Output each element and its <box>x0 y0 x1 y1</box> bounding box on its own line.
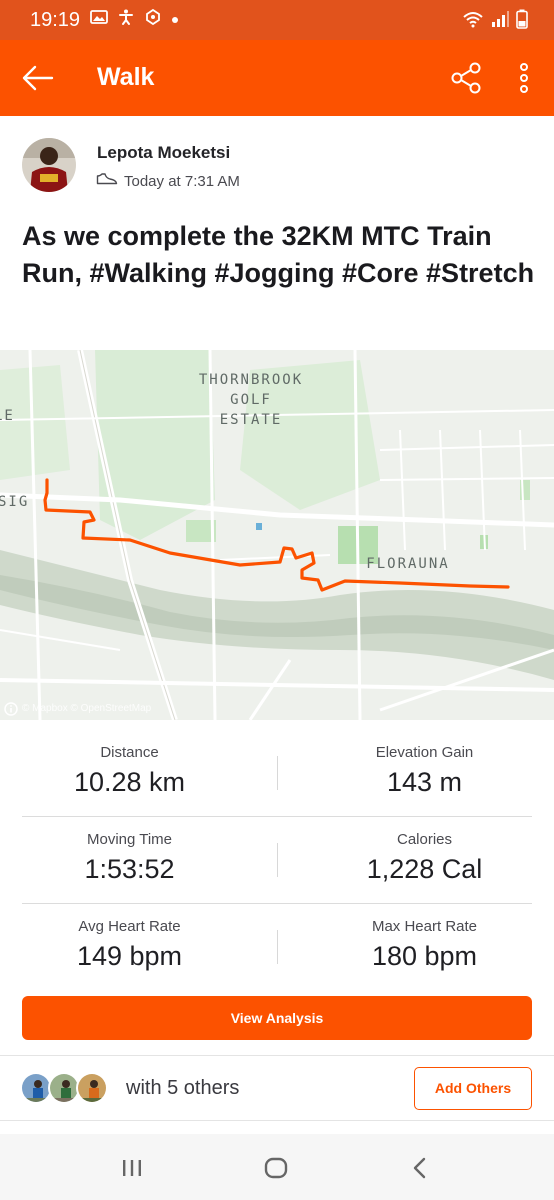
shoe-icon <box>96 172 118 190</box>
stats-row: Avg Heart Rate 149 bpm Max Heart Rate 18… <box>22 904 532 991</box>
stat-max-heart-rate: Max Heart Rate 180 bpm <box>317 918 532 972</box>
map-label-suburb: FLORAUNA <box>366 556 450 572</box>
stats-row: Distance 10.28 km Elevation Gain 143 m <box>22 730 532 817</box>
divider <box>277 756 278 790</box>
stat-label: Calories <box>396 831 453 848</box>
stat-value: 1,228 Cal <box>366 854 483 884</box>
battery-icon <box>516 9 528 34</box>
map-attribution[interactable]: © Mapbox © OpenStreetMap <box>22 703 151 714</box>
map-label-edge-top: LE <box>0 408 15 424</box>
stat-moving-time: Moving Time 1:53:52 <box>22 831 237 885</box>
map-label-estate-line2: GOLF <box>230 392 272 408</box>
activity-meta: Today at 7:31 AM <box>96 172 240 190</box>
share-icon <box>451 62 481 94</box>
stat-label: Elevation Gain <box>375 744 474 761</box>
divider <box>277 930 278 964</box>
signal-icon <box>491 10 509 33</box>
image-icon <box>90 9 108 30</box>
share-button[interactable] <box>449 60 485 96</box>
page-title: Walk <box>97 63 155 91</box>
stat-value: 180 bpm <box>371 941 478 971</box>
wifi-icon <box>462 10 484 33</box>
dot-icon <box>171 11 179 29</box>
home-button[interactable] <box>262 1154 290 1182</box>
divider <box>0 1120 554 1121</box>
avatar <box>76 1072 108 1104</box>
activity-title: As we complete the 32KM MTC Train Run, #… <box>22 221 535 288</box>
stat-value: 143 m <box>386 767 463 797</box>
activity-timestamp: Today at 7:31 AM <box>124 172 240 190</box>
recents-icon <box>123 1160 141 1176</box>
stat-value: 10.28 km <box>73 767 186 797</box>
stat-label: Avg Heart Rate <box>78 918 181 935</box>
map-label-estate-line3: ESTATE <box>219 412 283 428</box>
stats-grid: Distance 10.28 km Elevation Gain 143 m M… <box>22 730 532 991</box>
with-others-text[interactable]: with 5 others <box>126 1077 239 1100</box>
group-avatars[interactable] <box>20 1072 110 1106</box>
app-bar: Walk <box>0 40 554 116</box>
add-others-button[interactable]: Add Others <box>414 1067 532 1110</box>
sync-icon <box>144 8 162 31</box>
stat-avg-heart-rate: Avg Heart Rate 149 bpm <box>22 918 237 972</box>
athlete-name[interactable]: Lepota Moeketsi <box>97 143 230 163</box>
back-icon <box>413 1157 426 1179</box>
more-vertical-icon <box>520 63 528 93</box>
back-button[interactable] <box>20 60 56 96</box>
map-label-estate-line1: THORNBROOK <box>198 372 304 388</box>
stat-calories: Calories 1,228 Cal <box>317 831 532 885</box>
stat-label: Distance <box>100 744 159 761</box>
info-icon[interactable] <box>4 702 18 720</box>
stat-label: Max Heart Rate <box>371 918 478 935</box>
accessibility-icon <box>117 8 135 31</box>
view-analysis-button[interactable]: View Analysis <box>22 996 532 1040</box>
stat-value: 1:53:52 <box>84 854 175 884</box>
recents-button[interactable] <box>118 1154 146 1182</box>
stat-distance: Distance 10.28 km <box>22 744 237 798</box>
status-bar: 19:19 <box>0 0 554 40</box>
map-label-edge: SIG <box>0 494 30 510</box>
system-back-button[interactable] <box>406 1154 434 1182</box>
status-time: 19:19 <box>30 9 81 31</box>
home-icon <box>264 1157 288 1179</box>
stat-elevation-gain: Elevation Gain 143 m <box>317 744 532 798</box>
athlete-avatar[interactable] <box>22 138 76 192</box>
divider <box>0 1055 554 1056</box>
divider <box>277 843 278 877</box>
stat-label: Moving Time <box>86 831 173 848</box>
stats-row: Moving Time 1:53:52 Calories 1,228 Cal <box>22 817 532 904</box>
route-map[interactable]: THORNBROOK GOLF ESTATE FLORAUNA LE SIG ©… <box>0 350 554 720</box>
stat-value: 149 bpm <box>76 941 183 971</box>
system-nav-bar <box>0 1134 554 1200</box>
more-options-button[interactable] <box>512 60 536 96</box>
back-arrow-icon <box>22 65 54 91</box>
